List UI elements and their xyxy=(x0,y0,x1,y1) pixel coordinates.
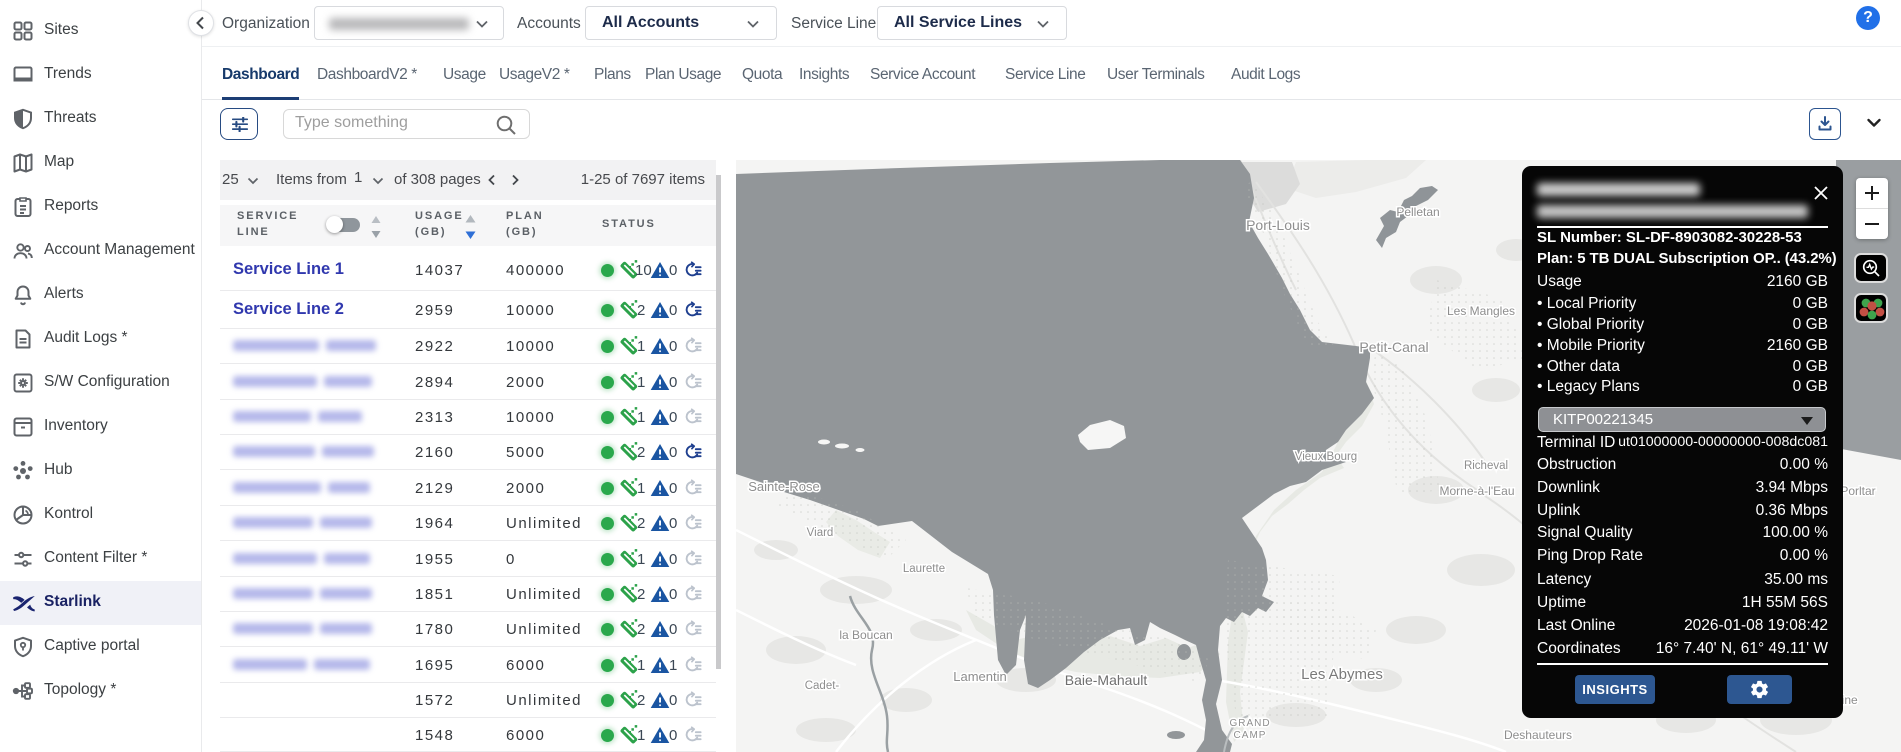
svg-text:Laurette: Laurette xyxy=(903,563,945,575)
svg-text:Les Mangles: Les Mangles xyxy=(1447,304,1515,318)
svg-text:Port-Louis: Port-Louis xyxy=(1246,217,1310,233)
svg-text:Morne-à-l'Eau: Morne-à-l'Eau xyxy=(1440,484,1515,498)
svg-text:Porltar: Porltar xyxy=(1840,484,1875,498)
svg-text:Vieux Bourg: Vieux Bourg xyxy=(1295,451,1357,463)
svg-text:Cadet-: Cadet- xyxy=(805,680,840,692)
svg-text:Deshauteurs: Deshauteurs xyxy=(1504,728,1572,742)
svg-text:la Boucan: la Boucan xyxy=(839,628,892,642)
svg-text:Lamentin: Lamentin xyxy=(953,669,1006,684)
svg-text:Viard: Viard xyxy=(807,527,834,539)
svg-text:Baie-Mahault: Baie-Mahault xyxy=(1065,672,1148,688)
svg-text:Petit-Canal: Petit-Canal xyxy=(1359,339,1428,355)
svg-text:Pelletan: Pelletan xyxy=(1396,205,1439,219)
svg-text:Sainte-Rose: Sainte-Rose xyxy=(748,479,820,494)
svg-text:Les Abymes: Les Abymes xyxy=(1301,666,1383,683)
svg-text:CAMP: CAMP xyxy=(1234,730,1267,741)
svg-text:GRAND: GRAND xyxy=(1229,718,1270,729)
svg-text:Richeval: Richeval xyxy=(1464,460,1508,472)
